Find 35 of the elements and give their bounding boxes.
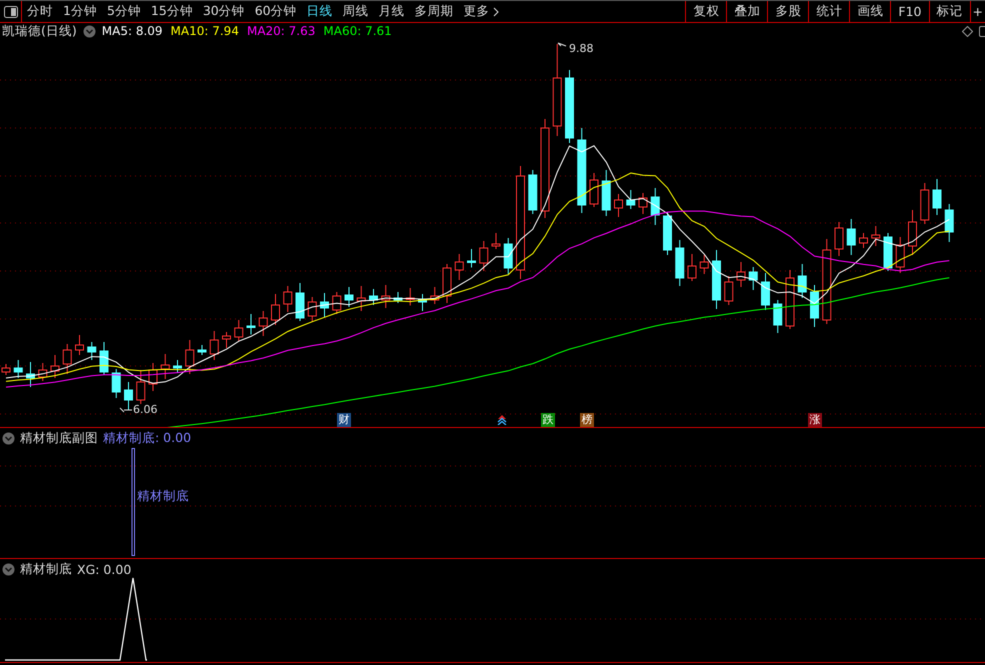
period-tab[interactable]: 日线 <box>302 3 338 20</box>
period-tab[interactable]: 多周期 <box>410 3 459 20</box>
period-tab[interactable]: 5分钟 <box>102 3 146 20</box>
toolbar-button[interactable]: 统计 <box>808 1 850 22</box>
period-tab[interactable]: 周线 <box>338 3 374 20</box>
period-tab[interactable]: 30分钟 <box>198 3 250 20</box>
period-tab[interactable]: 月线 <box>374 3 410 20</box>
event-marker[interactable]: 财 <box>337 413 351 427</box>
event-marker[interactable]: 涨 <box>808 413 822 427</box>
period-tab[interactable]: 更多 <box>458 3 504 20</box>
event-marker[interactable]: 榜 <box>580 413 594 427</box>
indicator-readout: 精材制底: 0.00 <box>103 430 192 447</box>
toolbar-button[interactable]: + <box>970 1 985 22</box>
toolbar-button[interactable]: 复权 <box>685 1 726 22</box>
indicator-readout: XG: 0.00 <box>77 562 132 577</box>
high-price-label: 9.88 <box>569 42 594 55</box>
toolbar-button[interactable]: 叠加 <box>726 1 768 22</box>
stock-title: 凯瑞德(日线) <box>2 22 77 40</box>
toolbar-button[interactable]: 多股 <box>767 1 808 22</box>
toolbar-button[interactable]: 画线 <box>849 1 890 22</box>
toolbar-button[interactable]: 标记 <box>928 1 970 22</box>
toolbar-button[interactable]: F10 <box>890 1 929 22</box>
period-tab[interactable]: 1分钟 <box>58 3 102 20</box>
period-tab[interactable]: 分时 <box>22 3 58 20</box>
indicator-title: 精材制底副图 <box>20 430 98 447</box>
period-tab[interactable]: 15分钟 <box>146 3 198 20</box>
ma-readout: MA10: 7.94 <box>170 24 239 38</box>
period-tab[interactable]: 60分钟 <box>250 3 302 20</box>
ma-readout: MA5: 8.09 <box>102 24 163 38</box>
signal-label: 精材制底 <box>137 488 189 505</box>
low-price-label: 6.06 <box>133 403 158 416</box>
ma-readout: MA60: 7.61 <box>323 24 392 38</box>
indicator-title: 精材制底 <box>20 561 72 578</box>
ma-readout: MA20: 7.63 <box>246 24 316 38</box>
event-marker[interactable]: 跌 <box>541 413 555 427</box>
